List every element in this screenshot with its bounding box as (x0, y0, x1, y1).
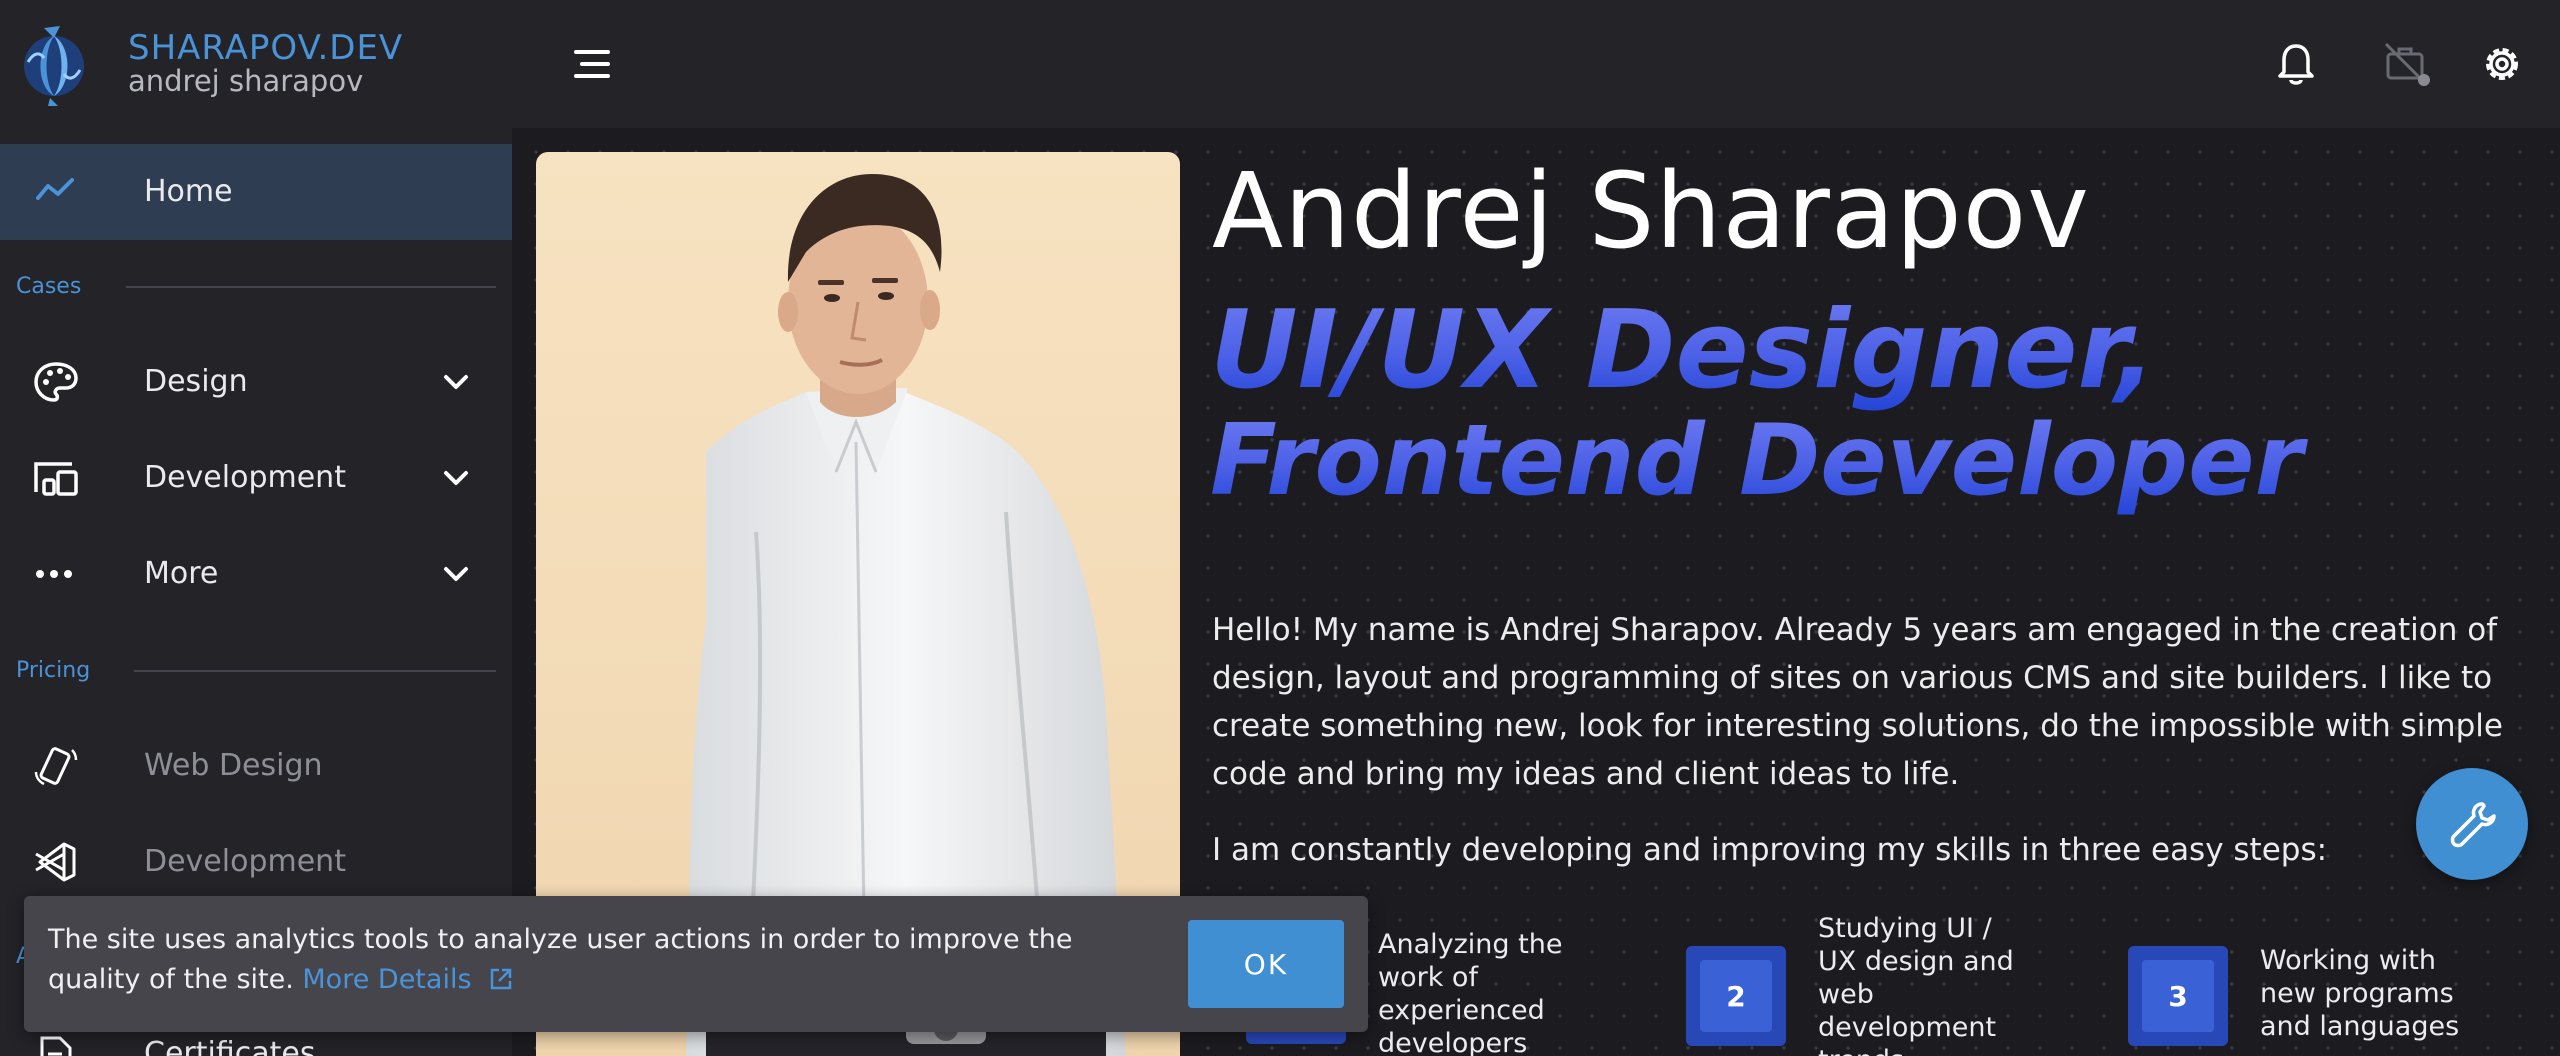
hero-role-line1: UI/UX Designer, (1210, 288, 2550, 413)
vscode-icon (32, 842, 80, 882)
settings-fab-button[interactable] (2416, 768, 2528, 880)
sidebar-item-label: Web Design (144, 748, 323, 783)
step-text: Working with new programs and languages (2260, 945, 2460, 1042)
section-divider (134, 670, 496, 672)
steps-intro: I am constantly developing and improving… (1212, 832, 2328, 868)
brand-title[interactable]: SHARAPOV.DEV (128, 28, 403, 68)
sidebar-item-label: More (144, 556, 219, 591)
gear-icon[interactable] (2478, 40, 2526, 88)
step-text: Analyzing the work of experienced develo… (1378, 929, 1563, 1056)
sidebar-item-label: Design (144, 364, 248, 399)
cookie-ok-button[interactable]: OK (1188, 920, 1344, 1008)
sidebar-item-label: Development (144, 460, 346, 495)
sidebar-item-home[interactable]: Home (0, 144, 512, 240)
step-badge: 2 (1686, 946, 1786, 1046)
step-number: 3 (2142, 960, 2214, 1032)
more-details-label: More Details (302, 964, 472, 995)
more-details-link[interactable]: More Details (302, 964, 514, 995)
menu-icon[interactable] (570, 46, 614, 82)
sidebar-item-label: Development (144, 844, 346, 879)
step-text: Studying UI / UX design and web developm… (1818, 913, 2014, 1056)
sidebar-item-more[interactable]: More (0, 526, 512, 622)
cookie-banner: The site uses analytics tools to analyze… (24, 896, 1368, 1032)
devices-icon (32, 458, 80, 498)
sidebar-item-label: Home (144, 174, 233, 209)
chevron-down-icon[interactable] (440, 464, 472, 492)
hero-role-line2: Frontend Developer (1210, 404, 2550, 518)
section-label-cases: Cases (16, 274, 82, 299)
chevron-down-icon[interactable] (440, 368, 472, 396)
section-divider (126, 286, 496, 288)
cookie-text: The site uses analytics tools to analyze… (48, 920, 1168, 1000)
hero-name: Andrej Sharapov (1212, 150, 2090, 272)
bell-icon[interactable] (2272, 40, 2320, 88)
section-label-pricing: Pricing (16, 658, 91, 683)
sidebar-item-design[interactable]: Design (0, 334, 512, 430)
about-paragraph: Hello! My name is Andrej Sharapov. Alrea… (1212, 612, 2503, 792)
sidebar-item-label: Certificates (144, 1036, 316, 1056)
step-badge: 3 (2128, 946, 2228, 1046)
top-header: SHARAPOV.DEV andrej sharapov (0, 0, 2560, 128)
certificate-icon (32, 1034, 80, 1056)
rotate-phone-icon (32, 746, 80, 786)
home-icon (32, 172, 80, 212)
brand-subtitle: andrej sharapov (128, 64, 364, 98)
wrench-icon (2450, 802, 2496, 848)
work-off-icon[interactable] (2382, 40, 2430, 88)
cookie-message: The site uses analytics tools to analyze… (48, 924, 1073, 995)
more-dots-icon (32, 554, 80, 594)
step-number: 2 (1700, 960, 1772, 1032)
palette-icon (32, 362, 80, 402)
logo-icon[interactable] (14, 22, 94, 106)
chevron-down-icon[interactable] (440, 560, 472, 588)
sidebar-item-development[interactable]: Development (0, 430, 512, 526)
external-link-icon (490, 968, 512, 990)
sidebar-item-web-design[interactable]: Web Design (0, 718, 512, 814)
